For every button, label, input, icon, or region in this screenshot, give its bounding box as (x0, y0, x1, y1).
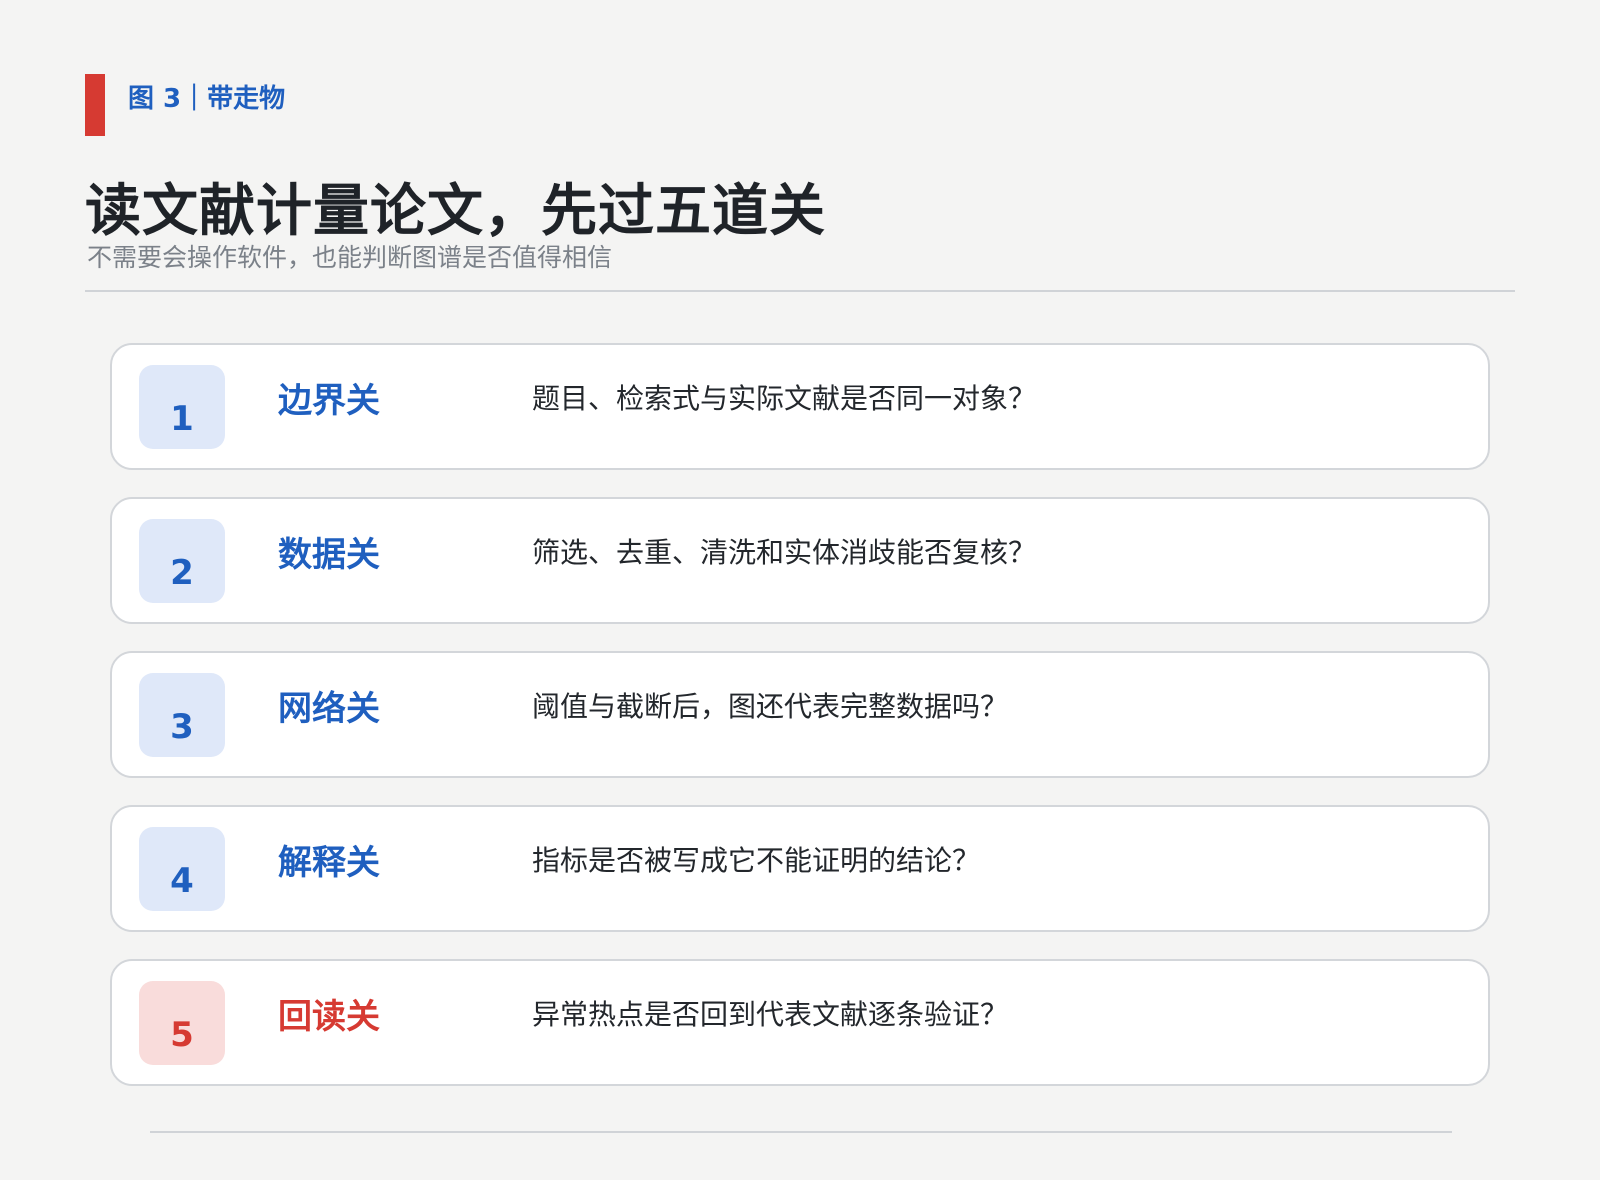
accent-bar (85, 74, 105, 136)
gate-question: 筛选、去重、清洗和实体消歧能否复核？ (532, 536, 1037, 569)
gate-card-2: 2 数据关 筛选、去重、清洗和实体消歧能否复核？ (110, 497, 1490, 624)
gate-card-1: 1 边界关 题目、检索式与实际文献是否同一对象？ (110, 343, 1490, 470)
gate-name: 数据关 (278, 535, 380, 575)
gate-list: 1 边界关 题目、检索式与实际文献是否同一对象？ 2 数据关 筛选、去重、清洗和… (110, 343, 1490, 1113)
gate-name: 边界关 (278, 381, 380, 421)
gate-name: 网络关 (278, 689, 380, 729)
figure-page: 图 3｜带走物 读文献计量论文，先过五道关 不需要会操作软件，也能判断图谱是否值… (0, 0, 1600, 1180)
gate-card-3: 3 网络关 阈值与截断后，图还代表完整数据吗？ (110, 651, 1490, 778)
gate-card-4: 4 解释关 指标是否被写成它不能证明的结论？ (110, 805, 1490, 932)
gate-number-badge: 3 (139, 673, 225, 757)
gate-name: 解释关 (278, 843, 380, 883)
gate-question: 指标是否被写成它不能证明的结论？ (532, 844, 981, 877)
gate-question: 异常热点是否回到代表文献逐条验证？ (532, 998, 1009, 1031)
figure-label: 图 3｜带走物 (128, 84, 286, 114)
page-subtitle: 不需要会操作软件，也能判断图谱是否值得相信 (87, 243, 613, 272)
header-divider (85, 290, 1515, 292)
footer-divider (150, 1131, 1452, 1133)
page-title: 读文献计量论文，先过五道关 (85, 179, 826, 244)
gate-number-badge: 2 (139, 519, 225, 603)
gate-question: 阈值与截断后，图还代表完整数据吗？ (532, 690, 1009, 723)
gate-number-badge: 4 (139, 827, 225, 911)
gate-card-5: 5 回读关 异常热点是否回到代表文献逐条验证？ (110, 959, 1490, 1086)
gate-name: 回读关 (278, 997, 380, 1037)
gate-number-badge: 1 (139, 365, 225, 449)
gate-question: 题目、检索式与实际文献是否同一对象？ (532, 382, 1037, 415)
gate-number-badge: 5 (139, 981, 225, 1065)
